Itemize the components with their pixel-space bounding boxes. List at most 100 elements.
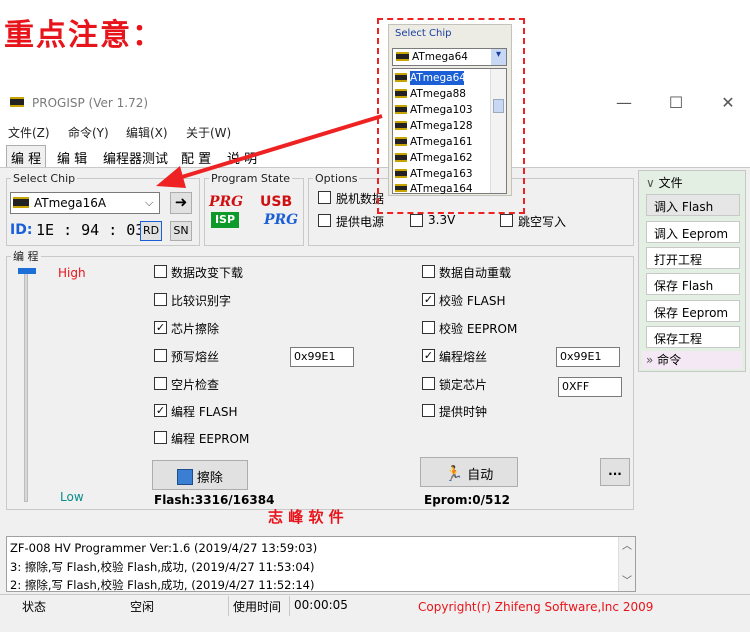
zoom-scroll-thumb[interactable] — [493, 99, 504, 113]
tab-edit[interactable]: 编 辑 — [52, 145, 92, 167]
opt-chip-erase-label: 芯片擦除 — [171, 322, 220, 336]
opt-download-on-change-checkbox[interactable] — [154, 265, 167, 278]
window-title: PROGISP (Ver 1.72) — [32, 96, 149, 110]
minimize-icon[interactable]: — — [610, 92, 638, 114]
zoom-list-item[interactable]: ATmega161 — [410, 136, 473, 148]
menu-command[interactable]: 命令(Y) — [68, 124, 109, 141]
watermark-text: 志 峰 软 件 — [268, 508, 344, 526]
sn-button[interactable]: SN — [170, 221, 192, 241]
opt-compare-signature-label: 比较识别字 — [171, 294, 232, 308]
isp-chip-icon: ISP — [211, 212, 239, 228]
copyright-text: Copyright(r) Zhifeng Software,Inc 2009 — [418, 600, 654, 614]
opt-prewrite-fuse-checkbox[interactable] — [154, 349, 167, 362]
file-section-header[interactable]: ∨ 文件 — [646, 174, 683, 191]
id-value: 1E : 94 : 03 — [36, 221, 145, 239]
running-man-icon: 🏃 — [444, 464, 464, 483]
opt-compare-signature-checkbox[interactable] — [154, 293, 167, 306]
load-flash-button[interactable]: 调入 Flash — [646, 194, 740, 216]
note-title: 重点注意： — [4, 18, 164, 53]
tab-program[interactable]: 编 程 — [6, 145, 47, 167]
erase-button-label: 擦除 — [196, 471, 223, 486]
rd-button[interactable]: RD — [140, 221, 162, 241]
chip-select-value: ATmega16A — [34, 196, 107, 210]
zoom-list-chip-icon — [395, 73, 407, 82]
opt-supply-clock-label: 提供时钟 — [439, 405, 488, 419]
opt-auto-reload-label: 数据自动重载 — [439, 266, 512, 280]
opt-verify-eeprom-checkbox[interactable] — [422, 321, 435, 334]
command-header-label: 命令 — [657, 353, 682, 367]
check-icon: ✓ — [155, 404, 166, 417]
close-icon[interactable]: ✕ — [714, 92, 742, 114]
zoom-list-chip-icon — [395, 105, 407, 114]
open-project-button[interactable]: 打开工程 — [646, 247, 740, 269]
log-scrollbar[interactable]: ︿ ﹀ — [618, 537, 635, 591]
opt-blank-check-checkbox[interactable] — [154, 377, 167, 390]
command-section-header[interactable]: » 命令 — [642, 351, 742, 369]
menu-file[interactable]: 文件(Z) — [8, 124, 50, 141]
zoom-list-item[interactable]: ATmega128 — [410, 120, 473, 132]
erase-button[interactable]: 擦除 — [152, 460, 248, 490]
opt-verify-flash-checkbox[interactable]: ✓ — [422, 293, 435, 306]
zoom-list-item[interactable]: ATmega103 — [410, 104, 473, 116]
zoom-list-item[interactable]: ATmega64 — [410, 72, 466, 84]
save-eeprom-button[interactable]: 保存 Eeprom — [646, 300, 740, 322]
skip-blank-checkbox[interactable] — [500, 214, 513, 227]
log-line: ZF-008 HV Programmer Ver:1.6 (2019/4/27 … — [10, 541, 318, 555]
opt-program-eeprom-checkbox[interactable] — [154, 431, 167, 444]
maximize-icon[interactable]: ☐ — [662, 92, 690, 114]
flash-usage: Flash:3316/16384 — [154, 493, 275, 507]
scroll-down-icon[interactable]: ﹀ — [619, 572, 635, 587]
zoom-list-item[interactable]: ATmega162 — [410, 152, 473, 164]
zoom-list-chip-icon — [395, 121, 407, 130]
scroll-up-icon[interactable]: ︿ — [619, 537, 635, 552]
zoom-list-item[interactable]: ATmega163 — [410, 168, 473, 180]
zoom-list-item[interactable]: ATmega88 — [410, 88, 466, 100]
3v3-label: 3.3V — [428, 213, 456, 227]
check-icon: ✓ — [423, 293, 434, 306]
prg2-label: PRG — [264, 212, 299, 228]
opt-program-flash-label: 编程 FLASH — [171, 405, 238, 419]
zoom-select-chip-legend: Select Chip — [395, 28, 452, 39]
trash-icon — [177, 468, 194, 485]
zoom-chip-icon — [396, 52, 409, 61]
check-icon: ✓ — [155, 321, 166, 334]
supply-power-checkbox[interactable] — [318, 214, 331, 227]
zoom-chevron-down-icon[interactable]: ▾ — [491, 49, 506, 65]
3v3-checkbox[interactable] — [410, 214, 423, 227]
zoom-list-chip-icon — [395, 153, 407, 162]
opt-lock-chip-checkbox[interactable] — [422, 377, 435, 390]
status-value: 空闲 — [130, 600, 155, 614]
auto-button-label: 自动 — [467, 468, 494, 483]
opt-program-fuse-checkbox[interactable]: ✓ — [422, 349, 435, 362]
zoom-list-chip-icon — [395, 137, 407, 146]
opt-download-on-change-label: 数据改变下载 — [171, 266, 244, 280]
program-fuse-input[interactable]: 0x99E1 — [556, 347, 620, 367]
program-legend: 编 程 — [13, 250, 39, 263]
zoom-chip-select-value: ATmega64 — [412, 51, 468, 63]
id-label: ID: — [10, 222, 33, 238]
eprom-usage: Eprom:0/512 — [424, 493, 511, 507]
opt-auto-reload-checkbox[interactable] — [422, 265, 435, 278]
more-options-button[interactable]: ... — [600, 458, 630, 486]
opt-program-flash-checkbox[interactable]: ✓ — [154, 404, 167, 417]
annotation-arrow-icon — [156, 114, 383, 188]
opt-supply-clock-checkbox[interactable] — [422, 404, 435, 417]
log-line: 2: 擦除,写 Flash,校验 Flash,成功, (2019/4/27 11… — [10, 578, 315, 591]
save-flash-button[interactable]: 保存 Flash — [646, 273, 740, 295]
file-header-label: 文件 — [658, 176, 683, 190]
save-project-button[interactable]: 保存工程 — [646, 326, 740, 348]
lock-bits-input[interactable]: 0XFF — [558, 377, 622, 397]
prewrite-fuse-input[interactable]: 0x99E1 — [290, 347, 354, 367]
check-icon: ✓ — [423, 349, 434, 362]
opt-chip-erase-checkbox[interactable]: ✓ — [154, 321, 167, 334]
load-eeprom-button[interactable]: 调入 Eeprom — [646, 221, 740, 243]
zoom-list-item[interactable]: ATmega164 — [410, 183, 473, 194]
auto-button[interactable]: 🏃 自动 — [420, 457, 518, 487]
speed-slider-track[interactable] — [24, 268, 28, 502]
low-label: Low — [60, 490, 84, 504]
opt-program-fuse-label: 编程熔丝 — [439, 350, 488, 364]
speed-slider-thumb[interactable] — [18, 268, 36, 274]
app-chip-icon — [10, 97, 26, 109]
select-chip-legend: Select Chip — [13, 172, 76, 185]
zoom-list-scrollbar[interactable] — [490, 69, 506, 193]
